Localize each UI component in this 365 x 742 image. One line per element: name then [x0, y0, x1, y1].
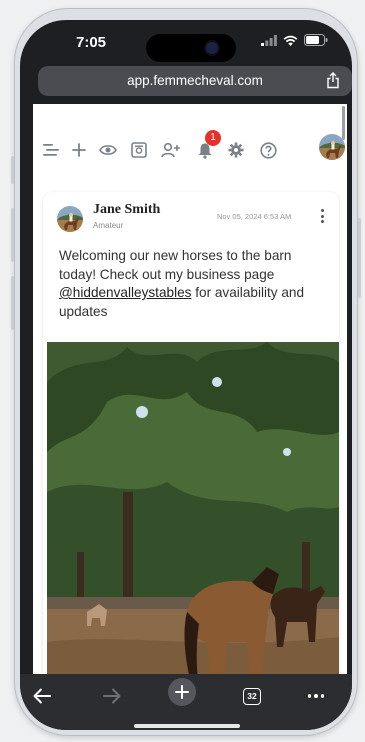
tabs-button[interactable]: 32 [242, 684, 262, 708]
app-toolbar: 1 [33, 130, 347, 172]
home-indicator[interactable] [134, 724, 240, 728]
address-bar[interactable]: app.femmecheval.com [38, 66, 352, 96]
post-date: Nov 05, 2024 6:53 AM [217, 212, 292, 221]
post-image[interactable] [47, 342, 339, 674]
status-time: 7:05 [76, 34, 107, 51]
camera-icon [206, 42, 218, 54]
web-content: 1 Jane Smith Amateur Nov 05, 2024 6:53 A… [33, 104, 347, 674]
profile-avatar[interactable] [319, 134, 345, 160]
menu-icon[interactable] [39, 138, 63, 162]
volume-up-button [11, 208, 14, 262]
author-name[interactable]: Jane Smith [93, 202, 160, 218]
notifications-button[interactable]: 1 [193, 130, 221, 162]
action-button [11, 156, 14, 184]
scrollbar[interactable] [342, 106, 345, 140]
wifi-icon [283, 35, 298, 46]
gallery-icon[interactable] [127, 138, 151, 162]
gear-icon[interactable] [224, 138, 248, 162]
post-text-intro: Welcoming our new horses to the barn tod… [59, 248, 292, 282]
power-button [358, 218, 361, 298]
tab-count: 32 [243, 687, 261, 705]
author-avatar[interactable] [57, 206, 83, 232]
post-text: Welcoming our new horses to the barn tod… [59, 247, 329, 321]
cellular-signal-icon [261, 34, 277, 46]
add-icon[interactable] [67, 138, 91, 162]
screen: 7:05 app.femmecheval.com 1 Jane Smith Am… [20, 20, 352, 730]
plus-icon [175, 685, 189, 699]
status-icons [261, 34, 328, 46]
forward-icon[interactable] [100, 684, 124, 708]
more-options-icon[interactable] [315, 204, 329, 228]
back-icon[interactable] [30, 684, 54, 708]
author-role: Amateur [93, 221, 124, 230]
dynamic-island [146, 34, 236, 62]
post-card: Jane Smith Amateur Nov 05, 2024 6:53 AM … [43, 192, 339, 674]
help-icon[interactable] [256, 138, 280, 162]
battery-icon [304, 34, 328, 46]
volume-down-button [11, 276, 14, 330]
eye-icon[interactable] [96, 138, 120, 162]
add-user-icon[interactable] [159, 138, 183, 162]
url-text[interactable]: app.femmecheval.com [38, 73, 352, 88]
mention-link[interactable]: @hiddenvalleystables [59, 285, 191, 300]
more-menu-icon[interactable] [304, 684, 328, 708]
new-tab-button[interactable] [168, 678, 196, 706]
share-icon[interactable] [326, 72, 340, 89]
notification-badge: 1 [205, 130, 221, 146]
browser-bottom-toolbar: 32 [20, 674, 352, 730]
